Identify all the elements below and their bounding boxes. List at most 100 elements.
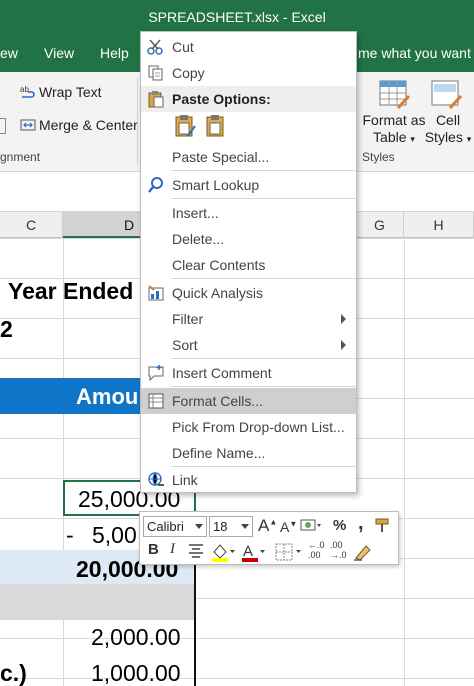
- menu-separator: [171, 170, 356, 171]
- styles-group-label: Styles: [362, 150, 395, 164]
- ribbon-separator: [137, 78, 138, 164]
- mini-toolbar: Calibri 18 A▲ A▼ % , B I A ←.0.00 .00 →.0: [139, 511, 399, 565]
- alignment-group-label: gnment: [0, 150, 41, 164]
- menu-item-insert[interactable]: Insert...: [141, 200, 356, 226]
- submenu-arrow-icon: [341, 314, 346, 324]
- menu-item-insert-comment[interactable]: Insert Comment: [141, 360, 356, 386]
- cell-d-minus-sign: -: [66, 522, 74, 548]
- paste-special-label: Paste Special...: [172, 149, 270, 165]
- menu-item-format-cells[interactable]: Format Cells...: [141, 388, 356, 414]
- left-edge-icon: [0, 118, 6, 134]
- menu-separator: [171, 278, 356, 279]
- link-label: Link: [172, 472, 198, 488]
- fill-color-icon[interactable]: [210, 542, 236, 562]
- sort-label: Sort: [172, 337, 198, 353]
- paste-keep-formatting-icon[interactable]: [174, 114, 196, 138]
- merge-center-button[interactable]: Merge & Center: [20, 117, 138, 133]
- menu-paste-options-header: Paste Options:: [141, 86, 356, 112]
- tab-help[interactable]: Help: [100, 45, 129, 61]
- chevron-down-icon: [241, 524, 249, 529]
- font-size-value: 18: [213, 519, 228, 534]
- menu-item-paste-special[interactable]: Paste Special...: [141, 144, 356, 170]
- menu-item-smart-lookup[interactable]: Smart Lookup: [141, 172, 356, 198]
- tab-view[interactable]: View: [44, 45, 74, 61]
- format-as-table-button[interactable]: Format as Table ▾: [360, 112, 428, 148]
- paste-options-label: Paste Options:: [172, 91, 271, 107]
- menu-item-sort[interactable]: Sort: [141, 332, 356, 358]
- menu-item-delete[interactable]: Delete...: [141, 226, 356, 252]
- font-color-icon[interactable]: A: [240, 542, 266, 562]
- comma-style-button[interactable]: ,: [358, 512, 364, 535]
- quick-analysis-icon: [148, 285, 164, 301]
- menu-separator: [171, 386, 356, 387]
- scissors-icon: [147, 39, 163, 55]
- merge-center-icon: [20, 119, 36, 131]
- sheet-title-line2: 2: [0, 316, 13, 342]
- grid-line: [404, 238, 405, 686]
- link-icon: [148, 472, 164, 486]
- smart-lookup-label: Smart Lookup: [172, 177, 260, 193]
- amount-header: Amou: [76, 384, 139, 409]
- quick-analysis-label: Quick Analysis: [172, 285, 264, 301]
- format-cells-icon: [148, 393, 164, 409]
- cell-styles-button[interactable]: Cell Styles ▾: [422, 112, 474, 148]
- format-as-table-label-1: Format as: [362, 112, 426, 128]
- bold-button[interactable]: B: [148, 541, 159, 558]
- column-header-g[interactable]: G: [356, 212, 404, 238]
- menu-item-cut[interactable]: Cut: [141, 34, 356, 60]
- tell-me-box[interactable]: me what you want to: [358, 45, 474, 61]
- increase-decimal-icon[interactable]: ←.0.00: [308, 540, 325, 560]
- sheet-title-line1: Year Ended: [8, 278, 134, 304]
- percent-style-button[interactable]: %: [333, 517, 346, 534]
- decrease-decimal-icon[interactable]: .00 →.0: [330, 540, 347, 560]
- insert-label: Insert...: [172, 205, 219, 221]
- title-bar: SPREADSHEET.xlsx - Excel: [0, 0, 474, 34]
- font-name-value: Calibri: [147, 519, 184, 534]
- clipboard-icon: [148, 91, 164, 108]
- borders-icon[interactable]: [274, 542, 302, 562]
- svg-text:A: A: [243, 543, 253, 560]
- wrap-text-label: Wrap Text: [39, 84, 102, 100]
- clear-format-icon[interactable]: [352, 542, 374, 562]
- menu-item-define-name[interactable]: Define Name...: [141, 440, 356, 466]
- format-painter-icon[interactable]: [374, 517, 394, 535]
- menu-item-copy[interactable]: Copy: [141, 60, 356, 86]
- copy-label: Copy: [172, 65, 205, 81]
- font-name-dropdown[interactable]: Calibri: [143, 516, 207, 537]
- insert-comment-label: Insert Comment: [172, 365, 272, 381]
- column-header-h[interactable]: H: [404, 212, 474, 238]
- chevron-down-icon: [195, 524, 203, 529]
- format-as-table-icon[interactable]: [378, 78, 412, 112]
- align-center-icon[interactable]: [188, 543, 204, 559]
- clear-contents-label: Clear Contents: [172, 257, 266, 273]
- window-title: SPREADSHEET.xlsx - Excel: [148, 9, 326, 25]
- merge-center-label: Merge & Center: [39, 117, 138, 133]
- font-size-dropdown[interactable]: 18: [209, 516, 253, 537]
- cut-label: Cut: [172, 39, 194, 55]
- copy-icon: [148, 65, 163, 81]
- decrease-font-icon[interactable]: A▼: [280, 519, 297, 535]
- menu-item-quick-analysis[interactable]: Quick Analysis: [141, 280, 356, 306]
- wrap-text-icon: ab: [20, 85, 35, 98]
- paste-values-icon[interactable]: [205, 114, 227, 138]
- increase-font-icon[interactable]: A▲: [258, 516, 277, 536]
- delete-label: Delete...: [172, 231, 225, 247]
- menu-item-filter[interactable]: Filter: [141, 306, 356, 332]
- define-name-label: Define Name...: [172, 445, 266, 461]
- cell-styles-label-2: Styles ▾: [424, 129, 472, 145]
- accounting-format-icon[interactable]: [300, 517, 322, 535]
- menu-item-clear-contents[interactable]: Clear Contents: [141, 252, 356, 278]
- italic-button[interactable]: I: [170, 541, 175, 558]
- wrap-text-button[interactable]: ab Wrap Text: [20, 84, 102, 100]
- format-cells-label: Format Cells...: [172, 393, 264, 409]
- menu-separator: [171, 198, 356, 199]
- column-header-c[interactable]: C: [0, 212, 63, 238]
- menu-separator: [171, 358, 356, 359]
- menu-item-link[interactable]: Link: [141, 467, 356, 493]
- menu-item-pick-dropdown[interactable]: Pick From Drop-down List...: [141, 414, 356, 440]
- tab-review[interactable]: ew: [0, 45, 18, 61]
- context-menu: Cut Copy Paste Options: Paste Special...: [140, 31, 357, 493]
- filter-label: Filter: [172, 311, 204, 327]
- cell-styles-icon[interactable]: [430, 78, 464, 112]
- pick-dropdown-label: Pick From Drop-down List...: [172, 419, 345, 435]
